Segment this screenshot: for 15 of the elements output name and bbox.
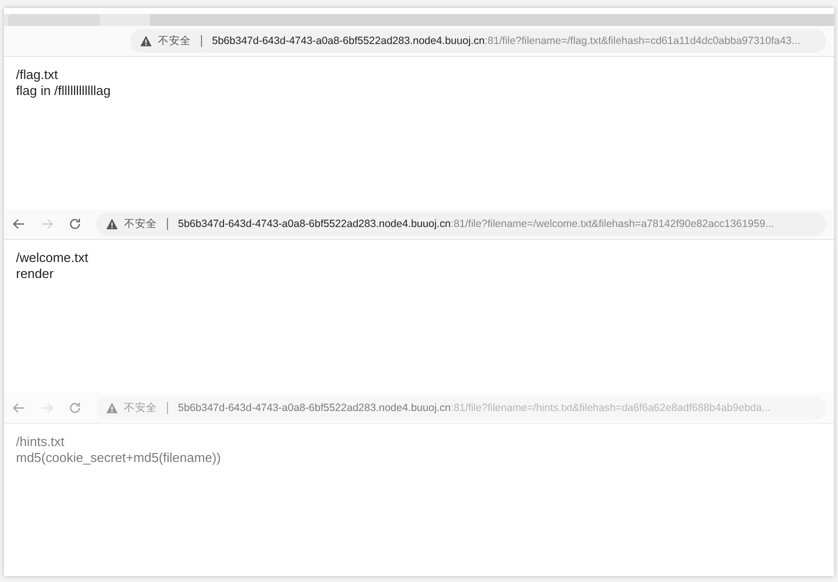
page-text-line: /welcome.txt (16, 250, 90, 266)
security-label: 不安全 (158, 34, 191, 48)
url-text: 5b6b347d-643d-4743-a0a8-6bf5522ad283.node4.buuoj.cn:81/file?filename=/welcome.txt&filehash=a78142f90e82acc1361959... (178, 218, 774, 230)
page-text-line: render (16, 266, 55, 282)
url-text: 5b6b347d-643d-4743-a0a8-6bf5522ad283.node4.buuoj.cn:81/file?filename=/hints.txt&filehash=da6f6a62e8adf688b4ab9ebda... (178, 402, 771, 414)
address-bar[interactable]: 不安全 5b6b347d-643d-4743-a0a8-6bf5522ad283.node4.buuoj.cn:81/file?filename=/welcome.txt&filehash=a78142f90e82acc1361959... (96, 212, 826, 236)
security-label: 不安全 (124, 217, 157, 232)
address-bar[interactable]: 不安全 5b6b347d-643d-4743-a0a8-6bf5522ad283.node4.buuoj.cn:81/file?filename=/flag.txt&filehash=cd61a11d4dc0abba97310fa43... (130, 28, 826, 53)
security-label: 不安全 (124, 400, 157, 415)
page-text-line: md5(cookie_secret+md5(filename)) (16, 450, 222, 466)
page-text-line: flag in /fllllllllllllag (16, 82, 112, 99)
address-bar[interactable]: 不安全 5b6b347d-643d-4743-a0a8-6bf5522ad283.node4.buuoj.cn:81/file?filename=/hints.txt&filehash=da6f6a62e8adf688b4ab9ebda... (96, 396, 826, 420)
page-text-line: /hints.txt (16, 434, 66, 450)
url-text: 5b6b347d-643d-4743-a0a8-6bf5522ad283.node4.buuoj.cn:81/file?filename=/flag.txt&filehash=cd61a11d4dc0abba97310fa43... (212, 34, 800, 47)
page-text-line: /flag.txt (16, 66, 59, 83)
